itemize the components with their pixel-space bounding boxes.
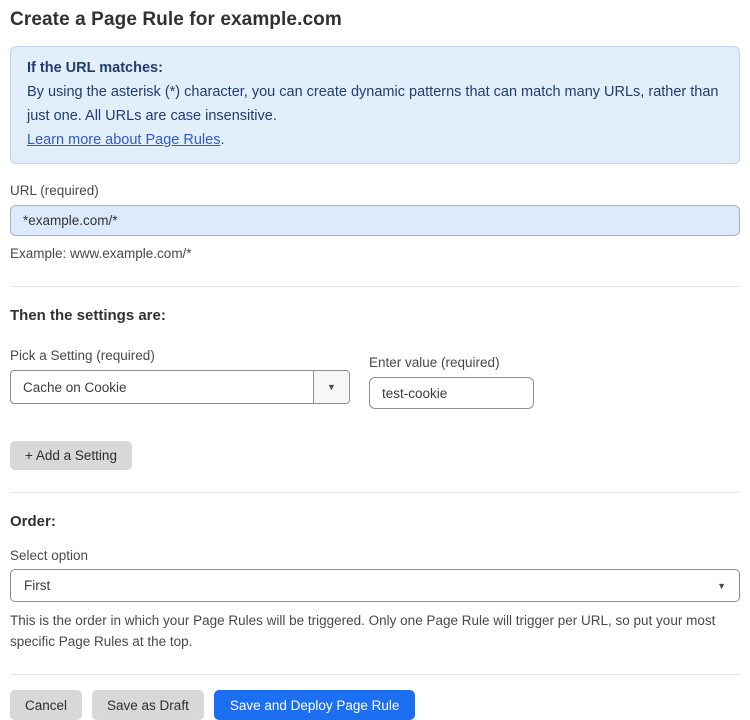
order-select-value: First: [24, 578, 51, 593]
divider: [10, 674, 740, 675]
chevron-down-icon: ▼: [717, 580, 726, 591]
info-box-heading: If the URL matches:: [27, 60, 163, 76]
url-input[interactable]: [10, 205, 740, 236]
info-box-body: By using the asterisk (*) character, you…: [27, 84, 719, 124]
setting-value-column: Enter value (required): [369, 348, 534, 409]
settings-row: Pick a Setting (required) Cache on Cooki…: [10, 348, 740, 409]
setting-value-input[interactable]: [369, 377, 534, 409]
setting-dropdown-button[interactable]: ▼: [313, 371, 349, 403]
setting-dropdown[interactable]: Cache on Cookie ▼: [10, 370, 350, 404]
footer-buttons: Cancel Save as Draft Save and Deploy Pag…: [10, 690, 740, 720]
learn-more-link[interactable]: Learn more about Page Rules: [27, 132, 220, 148]
url-example-helper: Example: www.example.com/*: [10, 246, 192, 261]
add-setting-button[interactable]: + Add a Setting: [10, 441, 132, 470]
link-suffix: .: [220, 132, 225, 148]
order-select[interactable]: First ▼: [10, 569, 740, 602]
create-page-rule-form: Create a Page Rule for example.com If th…: [0, 0, 750, 720]
setting-dropdown-value: Cache on Cookie: [23, 379, 127, 395]
save-as-draft-button[interactable]: Save as Draft: [92, 690, 204, 720]
url-match-info-box: If the URL matches: By using the asteris…: [10, 46, 740, 164]
chevron-down-icon: ▼: [327, 382, 336, 392]
page-title: Create a Page Rule for example.com: [10, 9, 342, 30]
url-section: URL (required) Example: www.example.com/…: [10, 183, 740, 264]
divider: [10, 492, 740, 493]
pick-setting-label: Pick a Setting (required): [10, 348, 155, 363]
setting-picker-column: Pick a Setting (required) Cache on Cooki…: [10, 348, 350, 409]
settings-section-heading: Then the settings are:: [10, 307, 166, 324]
save-and-deploy-button[interactable]: Save and Deploy Page Rule: [213, 690, 416, 720]
cancel-button[interactable]: Cancel: [10, 690, 83, 720]
order-helper-text: This is the order in which your Page Rul…: [10, 613, 716, 649]
enter-value-label: Enter value (required): [369, 355, 500, 370]
order-section-heading: Order:: [10, 513, 56, 530]
url-label: URL (required): [10, 183, 99, 198]
info-box-link-line: Learn more about Page Rules.: [27, 128, 723, 152]
divider: [10, 286, 740, 287]
select-option-label: Select option: [10, 548, 89, 563]
